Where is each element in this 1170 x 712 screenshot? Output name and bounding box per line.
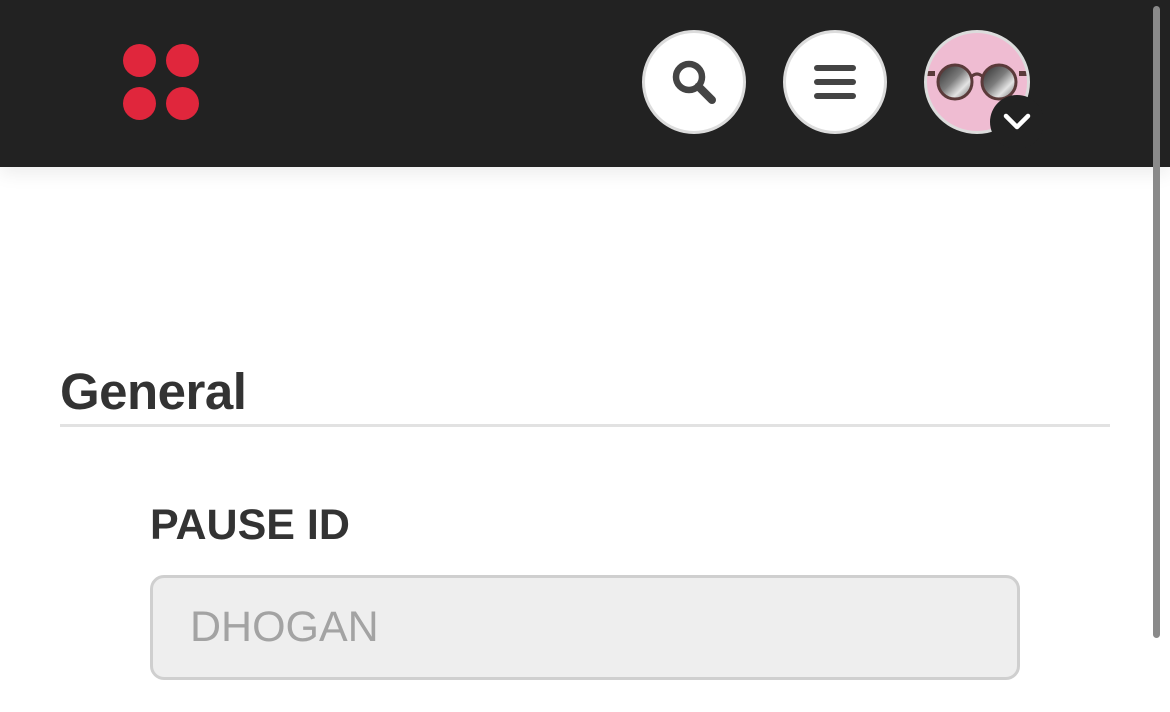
avatar-dropdown-toggle[interactable] [990, 95, 1044, 149]
page: General PAUSE ID [0, 0, 1170, 712]
logo-dot [123, 44, 156, 77]
pause-id-input[interactable] [150, 575, 1020, 680]
menu-button[interactable] [783, 30, 887, 134]
section-divider [60, 424, 1110, 427]
pause-id-label: PAUSE ID [150, 501, 350, 549]
four-dots-logo[interactable] [121, 44, 201, 120]
search-icon [672, 60, 716, 104]
chevron-down-icon [1003, 113, 1031, 130]
search-button[interactable] [642, 30, 746, 134]
vertical-scrollbar[interactable] [1153, 6, 1160, 638]
logo-dot [166, 44, 199, 77]
hamburger-menu-icon [814, 65, 856, 99]
logo-dot [123, 87, 156, 120]
top-navigation-bar [0, 0, 1170, 167]
section-title: General [60, 363, 247, 420]
logo-dot [166, 87, 199, 120]
